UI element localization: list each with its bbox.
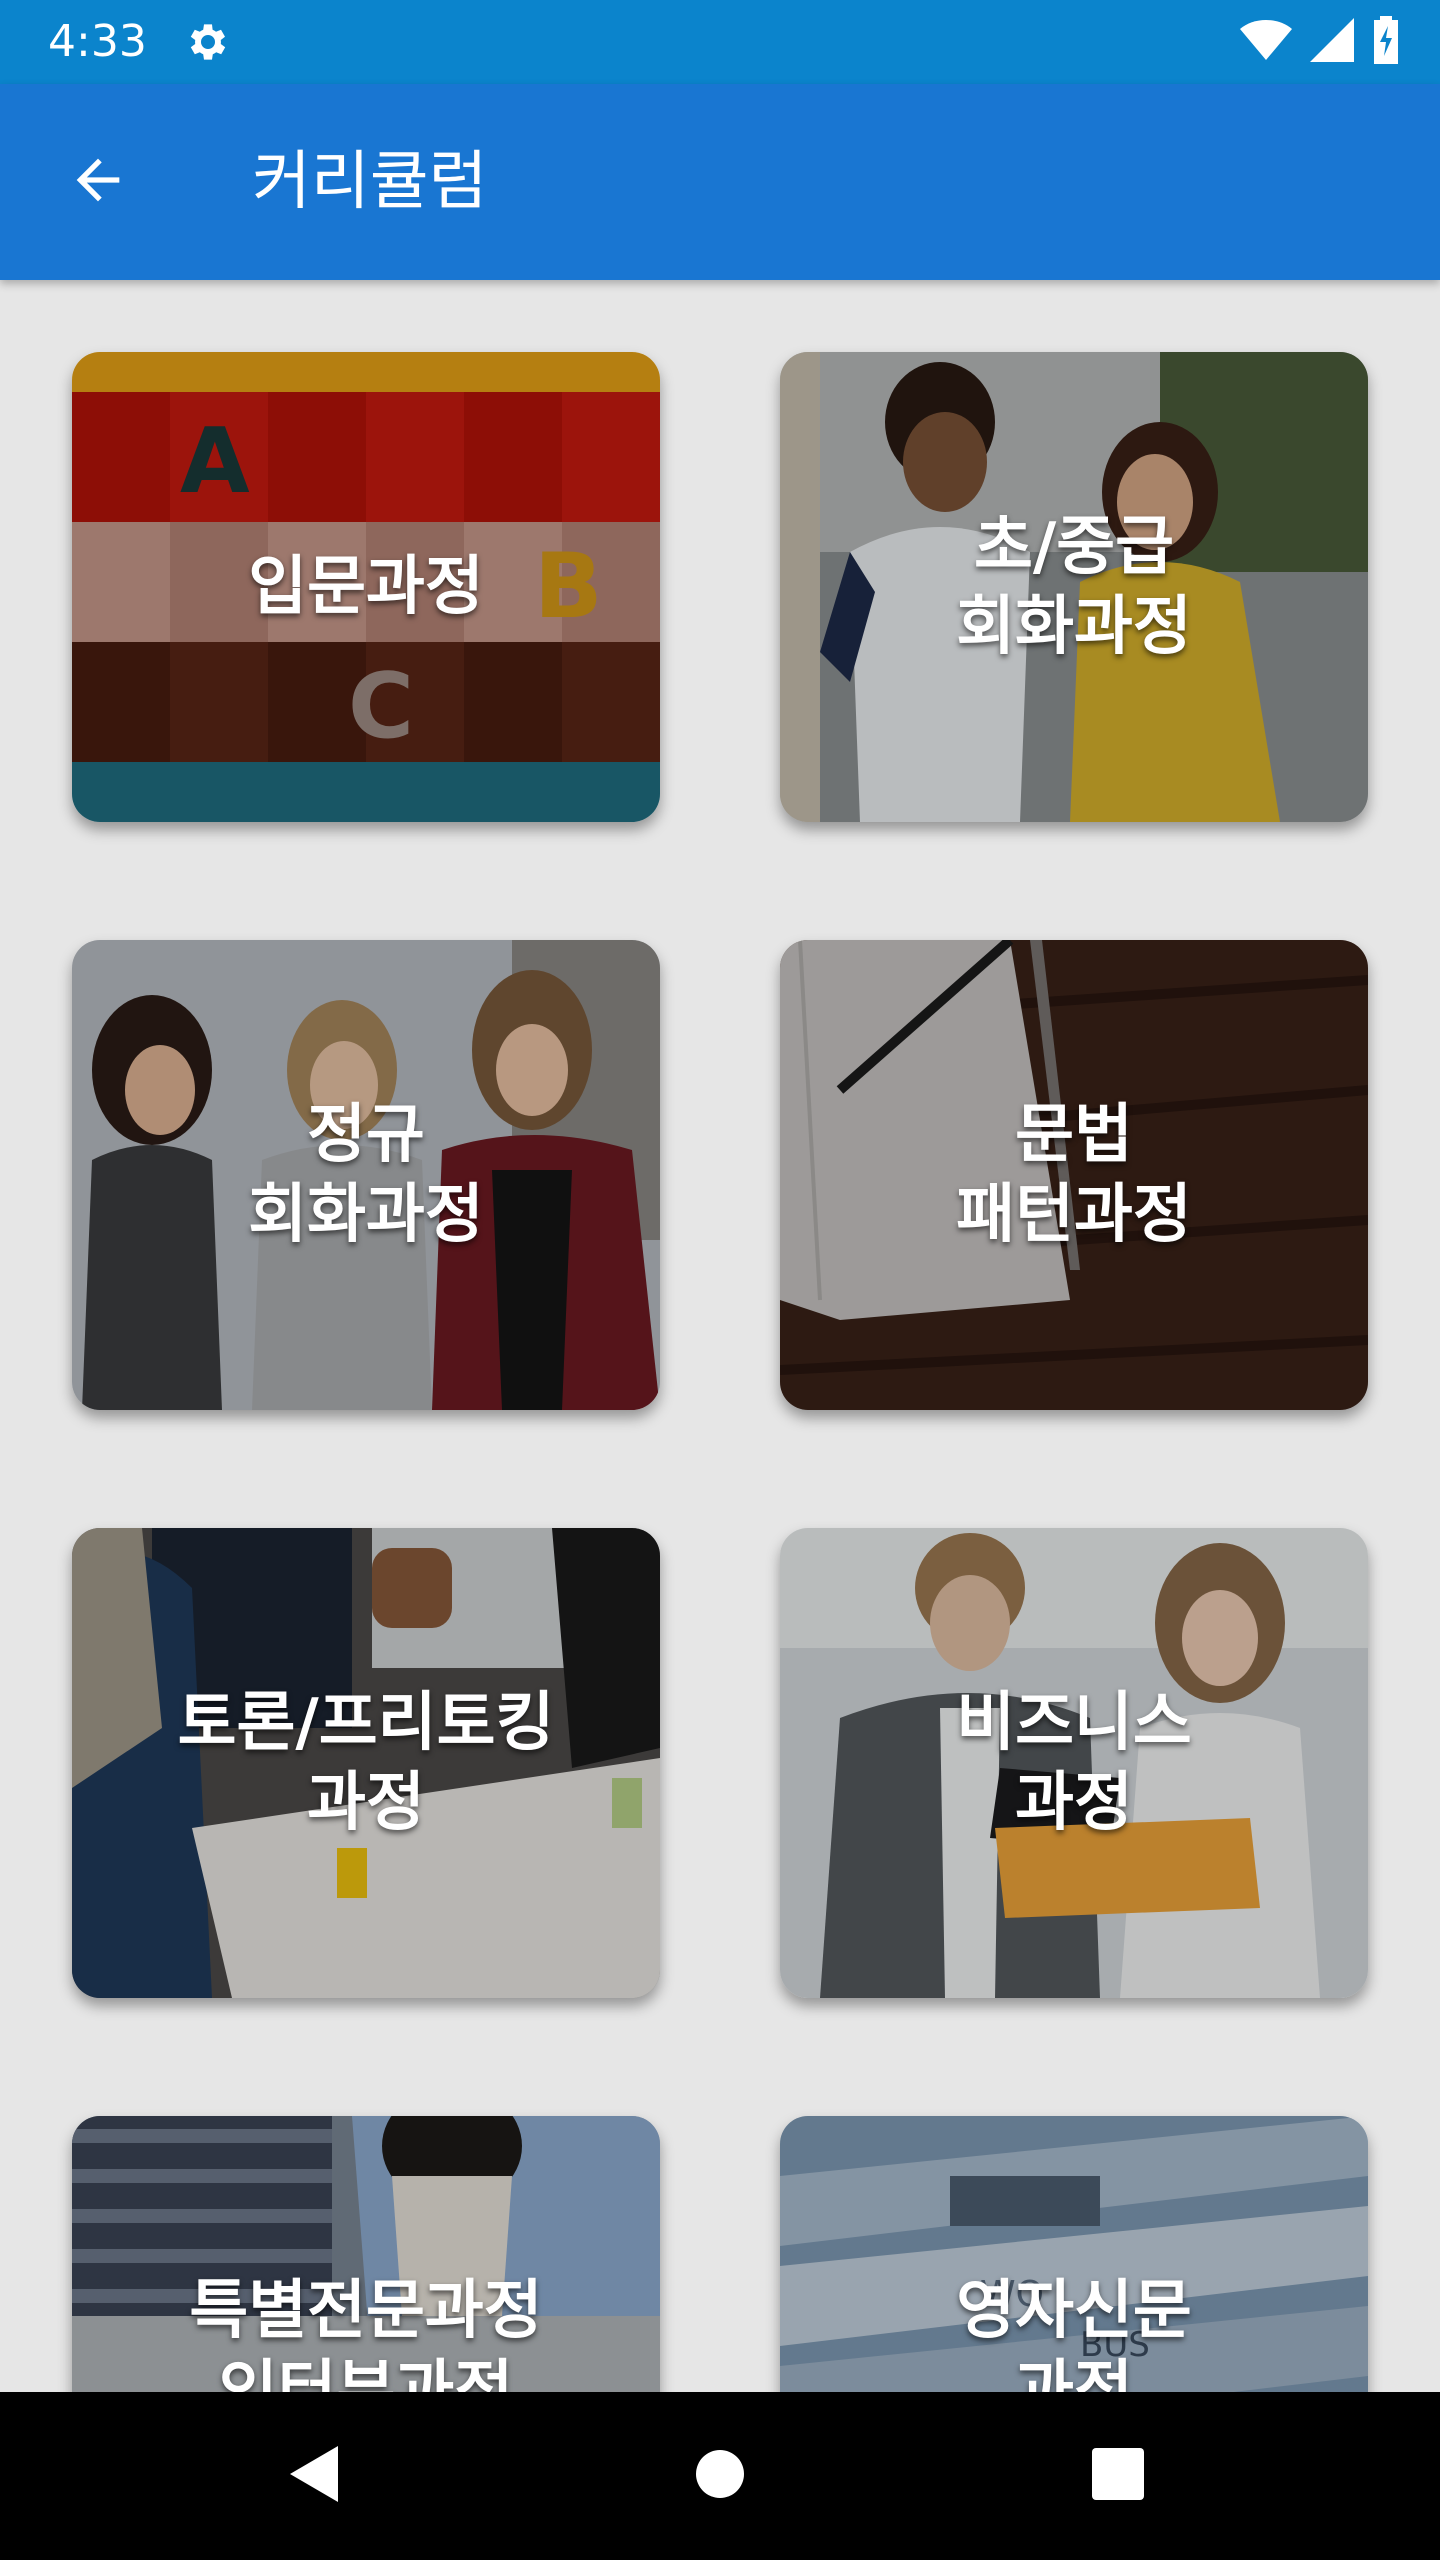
course-label: 비즈니스 과정 [956, 1686, 1192, 1840]
course-card-special[interactable]: 특별전문과정 인터뷰과정 [72, 2116, 660, 2392]
course-card-business[interactable]: 비즈니스 과정 [780, 1528, 1368, 1998]
wifi-icon [1240, 18, 1292, 66]
arrow-back-icon [66, 148, 130, 216]
course-card-regular[interactable]: 정규 회화과정 [72, 940, 660, 1410]
recents-square-icon [1090, 2446, 1146, 2506]
nav-recents-button[interactable] [1078, 2436, 1158, 2516]
course-label: 초/중급 회화과정 [956, 510, 1192, 664]
nav-back-button[interactable] [276, 2436, 356, 2516]
course-card-intro[interactable]: A B C 입문과정 [72, 352, 660, 822]
app-bar: 커리큘럼 [0, 84, 1440, 280]
status-bar: 4:33 [0, 0, 1440, 84]
page-title: 커리큘럼 [252, 145, 488, 219]
course-label: 특별전문과정 인터뷰과정 [189, 2274, 543, 2392]
status-time: 4:33 [48, 16, 147, 67]
course-label: 토론/프리토킹 과정 [177, 1686, 555, 1840]
course-card-newspaper[interactable]: WO BUS 영자신문 과정 [780, 2116, 1368, 2392]
status-icons [1240, 16, 1400, 68]
course-label: 정규 회화과정 [248, 1098, 484, 1252]
cell-signal-icon [1310, 18, 1354, 66]
home-circle-icon [694, 2448, 746, 2504]
back-button[interactable] [56, 140, 140, 224]
course-label: 영자신문 과정 [956, 2274, 1192, 2392]
course-card-grammar[interactable]: 문법 패턴과정 [780, 940, 1368, 1410]
course-card-beginner-intermediate[interactable]: 초/중급 회화과정 [780, 352, 1368, 822]
course-grid: A B C 입문과정 초/중급 회화과정 정규 회화과정 문법 패턴과정 토론/… [0, 280, 1440, 2392]
nav-home-button[interactable] [680, 2436, 760, 2516]
course-label: 문법 패턴과정 [956, 1098, 1192, 1252]
system-nav-bar [0, 2392, 1440, 2560]
battery-charging-icon [1372, 16, 1400, 68]
gear-icon [184, 18, 232, 66]
back-triangle-icon [286, 2442, 346, 2510]
course-card-debate[interactable]: 토론/프리토킹 과정 [72, 1528, 660, 1998]
course-label: 입문과정 [248, 550, 484, 624]
